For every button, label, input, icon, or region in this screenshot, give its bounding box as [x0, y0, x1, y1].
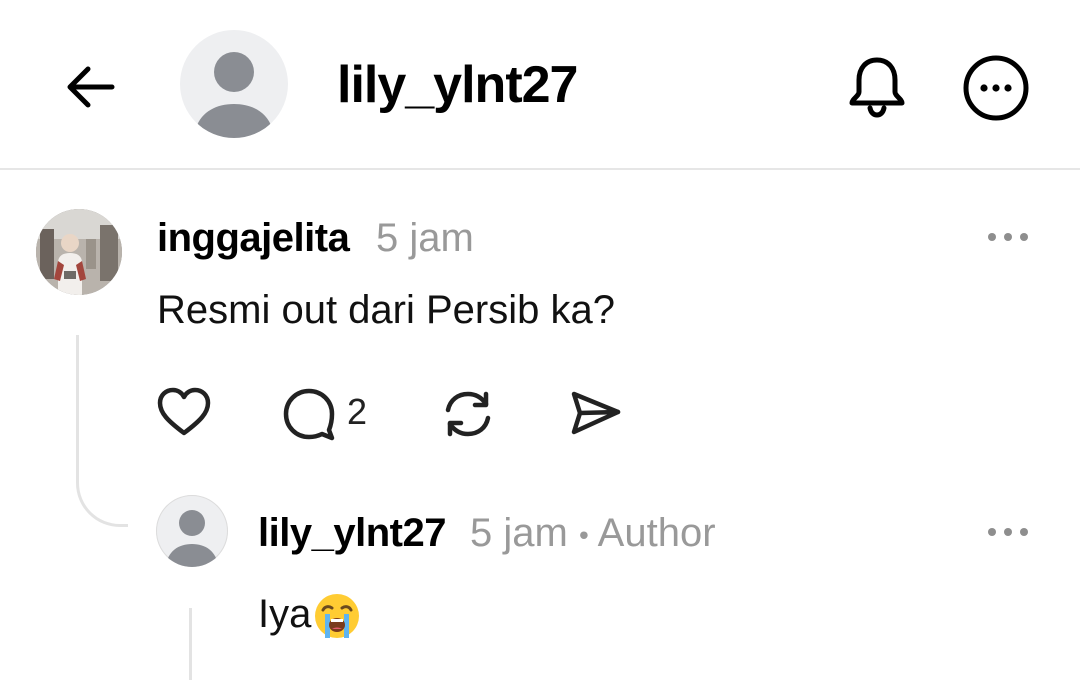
comment-timestamp: 5 jam [376, 216, 474, 260]
commenter-username[interactable]: inggajelita [157, 214, 350, 262]
reply-text-content: Iya [258, 592, 312, 636]
thread-screen: lily_ylnt27 inggajelita 5 jam Resmi out … [0, 0, 1080, 680]
top-bar: lily_ylnt27 [0, 0, 1080, 170]
meta-separator: • [578, 519, 589, 551]
reply-text: Iya [258, 590, 361, 640]
thread-connector-line [76, 335, 128, 527]
reply-author-avatar[interactable] [156, 495, 228, 567]
reply-timestamp: 5 jam [470, 511, 568, 555]
send-icon [571, 391, 621, 435]
profile-photo [36, 209, 122, 295]
reply-meta: 5 jam • Author [470, 509, 716, 559]
loudly-crying-face-icon [315, 594, 360, 639]
page-title: lily_ylnt27 [337, 56, 578, 114]
reply-button[interactable] [281, 386, 337, 447]
default-avatar-icon [194, 52, 274, 138]
comment-icon [283, 388, 335, 441]
profile-avatar[interactable] [180, 30, 288, 138]
more-circle-icon [963, 55, 1029, 121]
notifications-button[interactable] [842, 50, 912, 120]
default-avatar-icon [166, 510, 218, 567]
arrow-left-icon [67, 66, 115, 108]
reply-thread-line [189, 608, 192, 680]
reply-username[interactable]: lily_ylnt27 [258, 509, 446, 557]
commenter-avatar[interactable] [36, 209, 122, 295]
more-horizontal-icon [988, 528, 1028, 536]
comment-more-button[interactable] [986, 230, 1030, 244]
back-button[interactable] [60, 55, 120, 115]
reply-more-button[interactable] [986, 525, 1030, 539]
bell-icon [849, 57, 905, 118]
repost-icon [445, 391, 491, 437]
author-badge: Author [597, 511, 716, 555]
more-options-button[interactable] [958, 50, 1034, 126]
comment-text: Resmi out dari Persib ka? [157, 288, 615, 332]
like-button[interactable] [156, 386, 212, 443]
share-button[interactable] [568, 388, 624, 443]
more-horizontal-icon [988, 233, 1028, 241]
heart-icon [157, 387, 211, 436]
repost-button[interactable] [440, 386, 496, 447]
reply-count: 2 [347, 391, 368, 432]
